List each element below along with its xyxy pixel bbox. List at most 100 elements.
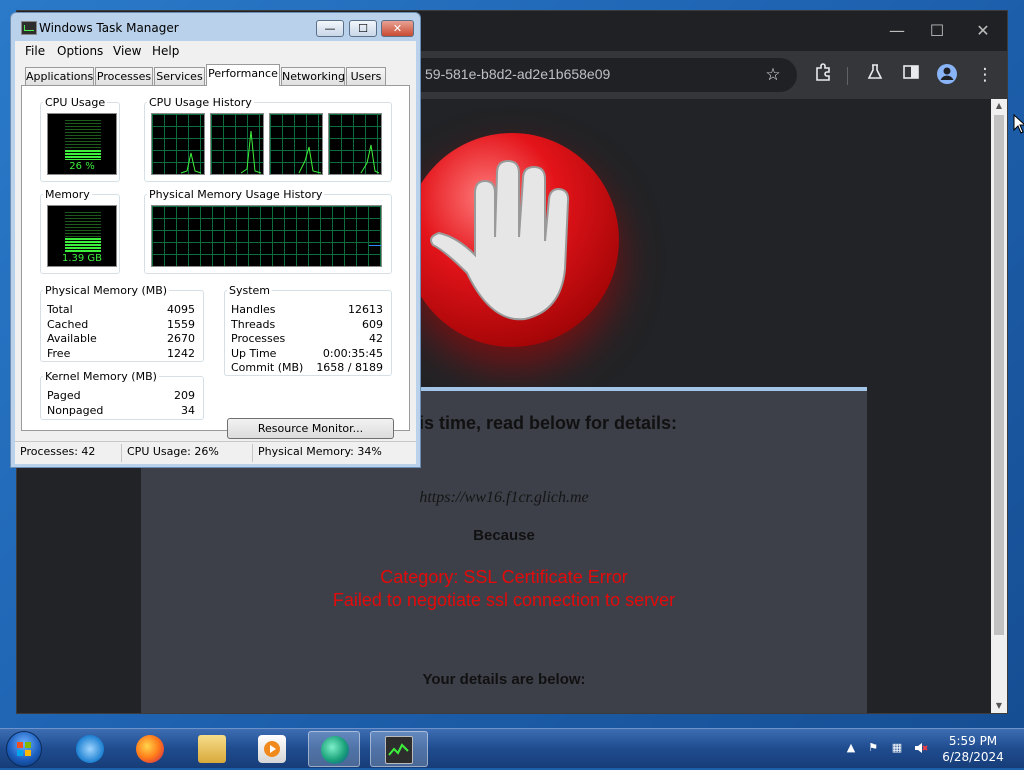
sys-uptime-label: Up Time	[231, 347, 277, 360]
taskbar-firefox[interactable]	[124, 731, 176, 767]
sys-handles-label: Handles	[231, 303, 276, 316]
memory-meter: 1.39 GB	[47, 205, 117, 267]
kern-nonpaged-value: 34	[181, 404, 195, 417]
status-physical-memory: Physical Memory: 34%	[258, 445, 382, 458]
menu-dots-icon[interactable]: ⋮	[973, 63, 997, 87]
memory-history-trace	[369, 245, 381, 246]
action-center-flag-icon[interactable]: ⚑	[866, 741, 880, 755]
memory-value: 1.39 GB	[61, 253, 103, 264]
task-manager-window[interactable]: Windows Task Manager — ☐ ✕ File Options …	[10, 12, 421, 468]
tm-maximize-button[interactable]: ☐	[349, 20, 377, 37]
folder-icon	[198, 735, 226, 763]
tab-users[interactable]: Users	[346, 67, 386, 85]
show-hidden-icons-icon[interactable]: ▲	[844, 741, 858, 755]
phys-row-total: Total 4095	[47, 303, 197, 317]
taskbar-internet-explorer[interactable]	[64, 731, 116, 767]
phys-cached-label: Cached	[47, 318, 89, 331]
physical-memory-group: Physical Memory (MB) Total 4095 Cached 155…	[40, 284, 204, 362]
sys-uptime-value: 0:00:35:45	[322, 347, 383, 360]
phys-free-value: 1242	[167, 347, 195, 360]
cpu-history-label: CPU Usage History	[147, 96, 254, 109]
sys-row-handles: Handles 12613	[231, 303, 385, 317]
phys-memory-history-label: Physical Memory Usage History	[147, 188, 325, 201]
media-player-icon	[258, 735, 286, 763]
taskbar-edge[interactable]	[308, 731, 360, 767]
menu-help[interactable]: Help	[152, 44, 179, 58]
tm-statusbar: Processes: 42 CPU Usage: 26% Physical Me…	[15, 441, 416, 464]
status-processes: Processes: 42	[20, 445, 96, 458]
close-button[interactable]: ✕	[967, 19, 999, 43]
cpu-usage-meter-fill	[65, 149, 101, 160]
scrollbar-thumb[interactable]	[994, 115, 1004, 635]
scroll-up-arrow-icon[interactable]: ▲	[991, 99, 1007, 113]
scroll-down-arrow-icon[interactable]: ▼	[991, 699, 1007, 713]
kern-row-nonpaged: Nonpaged 34	[47, 404, 197, 418]
sys-row-threads: Threads 609	[231, 318, 385, 332]
kern-nonpaged-label: Nonpaged	[47, 404, 104, 417]
block-reason: Failed to negotiate ssl connection to se…	[332, 590, 676, 610]
tm-minimize-button[interactable]: —	[316, 20, 344, 37]
taskbar: ▲ ⚑ ▦ 5:59 PM 6/28/2024	[0, 728, 1024, 768]
system-group: System Handles 12613 Threads 609 Processes…	[224, 284, 392, 376]
menu-view[interactable]: View	[113, 44, 141, 58]
system-tray: ▲ ⚑ ▦ 5:59 PM 6/28/2024	[840, 729, 1024, 769]
tm-close-button[interactable]: ✕	[381, 20, 414, 37]
bookmark-star-icon[interactable]: ☆	[761, 63, 785, 87]
menu-options[interactable]: Options	[57, 44, 103, 58]
extensions-icon[interactable]	[811, 63, 835, 87]
task-manager-title: Windows Task Manager	[39, 21, 179, 35]
task-manager-app-icon	[21, 21, 37, 35]
cpu-usage-meter: 26 %	[47, 113, 117, 175]
start-button[interactable]	[6, 731, 42, 767]
labs-flask-icon[interactable]	[863, 63, 887, 87]
phys-memory-history-graph	[151, 205, 382, 267]
clock-date: 6/28/2024	[942, 750, 1004, 764]
phys-row-cached: Cached 1559	[47, 318, 197, 332]
tab-processes[interactable]: Processes	[95, 67, 153, 85]
system-label: System	[227, 284, 273, 297]
tab-applications[interactable]: Applications	[25, 67, 94, 85]
internet-explorer-icon	[76, 735, 104, 763]
maximize-button[interactable]: ☐	[921, 19, 953, 43]
network-icon[interactable]: ▦	[890, 741, 904, 755]
edge-icon	[321, 736, 349, 764]
taskbar-clock[interactable]: 5:59 PM 6/28/2024	[940, 733, 1006, 765]
address-bar-url: 59-581e-b8d2-ad2e1b658e09	[425, 66, 611, 82]
cpu-history-traces	[180, 130, 380, 174]
tab-networking[interactable]: Networking	[281, 67, 345, 85]
firefox-icon	[136, 735, 164, 763]
taskbar-media-player[interactable]	[246, 731, 298, 767]
performance-panel: CPU Usage 26 % CPU Usage History Memory …	[21, 85, 410, 431]
kernel-memory-group: Kernel Memory (MB) Paged 209 Nonpaged 34	[40, 370, 204, 420]
details-label: Your details are below:	[422, 671, 586, 688]
kernel-memory-label: Kernel Memory (MB)	[43, 370, 159, 383]
kern-row-paged: Paged 209	[47, 389, 197, 403]
taskbar-task-manager[interactable]	[370, 731, 428, 767]
sys-row-processes: Processes 42	[231, 332, 385, 346]
sys-threads-value: 609	[362, 318, 383, 331]
tm-body: Applications Processes Services Performa…	[15, 61, 416, 463]
side-panel-icon[interactable]	[899, 63, 923, 87]
tab-services[interactable]: Services	[154, 67, 205, 85]
address-bar[interactable]: 59-581e-b8d2-ad2e1b658e09	[377, 58, 797, 92]
menu-file[interactable]: File	[25, 44, 45, 58]
sys-processes-value: 42	[369, 332, 383, 345]
taskbar-file-explorer[interactable]	[186, 731, 238, 767]
phys-total-label: Total	[47, 303, 73, 316]
windows-logo-icon	[17, 742, 31, 756]
profile-avatar-icon[interactable]	[935, 63, 959, 87]
phys-total-value: 4095	[167, 303, 195, 316]
sys-row-commit: Commit (MB) 1658 / 8189	[231, 361, 385, 375]
volume-muted-icon[interactable]	[914, 741, 928, 755]
toolbar-divider	[847, 67, 848, 85]
sys-row-uptime: Up Time 0:00:35:45	[231, 347, 385, 361]
sys-processes-label: Processes	[231, 332, 286, 345]
resource-monitor-button[interactable]: Resource Monitor...	[227, 418, 394, 439]
minimize-button[interactable]: —	[881, 19, 913, 43]
block-category: Category: SSL Certificate Error	[380, 567, 628, 587]
cpu-usage-group: CPU Usage 26 %	[40, 96, 120, 182]
page-scrollbar[interactable]: ▲ ▼	[991, 99, 1007, 713]
tab-performance[interactable]: Performance	[206, 64, 280, 86]
cpu-usage-label: CPU Usage	[43, 96, 108, 109]
memory-label: Memory	[43, 188, 92, 201]
